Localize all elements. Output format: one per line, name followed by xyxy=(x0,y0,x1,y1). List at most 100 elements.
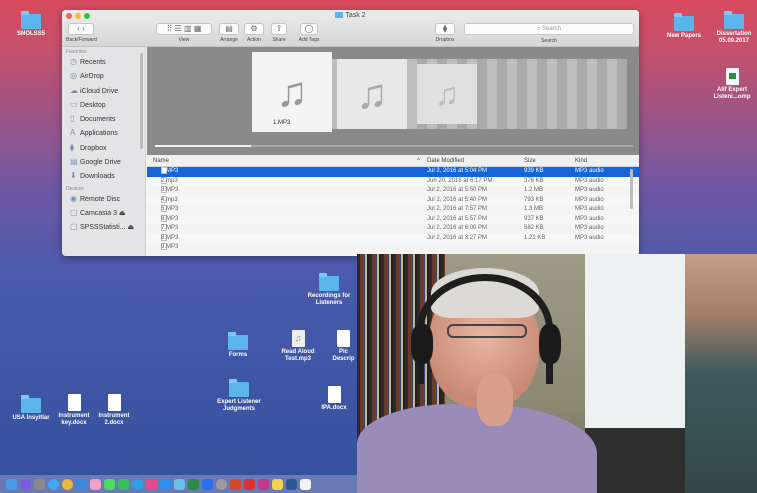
list-item[interactable]: 7.MP3 Jul 2, 2016 at 6:00 PM 582 KB MP3 aud… xyxy=(147,224,639,234)
sidebar-item-dropbox[interactable]: ⧫ Dropbox xyxy=(62,141,145,155)
list-item[interactable]: 4.mp3 Jul 2, 2016 at 5:40 PM 793 KB MP3 aud… xyxy=(147,195,639,205)
document-icon xyxy=(337,330,350,347)
view-label: View xyxy=(178,37,190,43)
tag-icon[interactable]: ◯ xyxy=(300,23,318,35)
eject-icon[interactable]: ⏏ xyxy=(119,210,126,217)
google-drive-icon: ▤ xyxy=(70,157,78,167)
preview-dock-icon[interactable] xyxy=(174,478,185,490)
action-control[interactable]: ⚙ Action xyxy=(242,23,266,43)
sidebar-item-documents[interactable]: ▯ Documents xyxy=(62,112,145,126)
desktop-file-ipa[interactable]: IPA.docx xyxy=(312,386,356,412)
desktop-folder-dissertation[interactable]: Dissertation 05.09.2017 xyxy=(712,11,756,45)
dropbox-icon[interactable]: ⧫ xyxy=(435,23,455,35)
desktop-file-instrument-2[interactable]: Instrument 2.docx xyxy=(94,394,134,427)
list-item[interactable]: 1.MP3 Jul 2, 2016 at 5:04 PM 939 KB MP3 aud… xyxy=(147,167,639,177)
window-title: Task 2 xyxy=(62,12,639,19)
powerpoint-dock-icon[interactable] xyxy=(230,478,241,490)
cover-flow-scrubber[interactable] xyxy=(155,145,633,147)
messages-dock-icon[interactable] xyxy=(104,478,115,490)
column-header-size[interactable]: Size xyxy=(524,155,536,167)
back-forward-buttons[interactable]: ‹ › xyxy=(68,23,94,35)
photos-dock-icon[interactable] xyxy=(90,478,101,490)
appstore-dock-icon[interactable] xyxy=(160,478,171,490)
desktop-icon-label: Read Aloud Test.mp3 xyxy=(281,349,315,362)
desktop-file-pic-descrip[interactable]: Pic Descrip xyxy=(330,330,357,363)
desktop-folder-usa-insyitlar[interactable]: USA Insyitlar xyxy=(8,395,54,422)
spss-dock-icon[interactable] xyxy=(258,478,269,490)
list-item[interactable]: 3.MP3 Jul 2, 2016 at 5:50 PM 1.2 MB MP3 aud… xyxy=(147,186,639,196)
gear-icon[interactable]: ⚙ xyxy=(244,23,264,35)
share-label: Share xyxy=(272,37,286,43)
list-item[interactable]: 9.MP3 xyxy=(147,243,639,253)
column-header-name[interactable]: Name xyxy=(153,155,169,167)
desktop-folder-expert-listener[interactable]: Expert Listener Judgments xyxy=(210,379,268,413)
back-forward-label: Back/Forward xyxy=(66,37,97,43)
desktop-file-alif-expert[interactable]: Alif Expert Listeni...omp xyxy=(708,68,756,101)
skype-dock-icon[interactable] xyxy=(132,478,143,490)
safari-dock-icon[interactable] xyxy=(48,478,59,490)
arrange-icon[interactable]: ▤ xyxy=(219,23,239,35)
sidebar-item-desktop[interactable]: ▭ Desktop xyxy=(62,98,145,112)
eject-icon[interactable]: ⏏ xyxy=(127,224,134,231)
word-dock-icon[interactable] xyxy=(286,478,297,490)
sidebar-devices-header: Devices xyxy=(66,185,84,192)
list-item[interactable]: 2.mp3 Jun 20, 2016 at 6:17 PM 376 KB MP3 au… xyxy=(147,176,639,186)
sidebar-item-remote-disc[interactable]: ◉ Remote Disc xyxy=(62,192,145,206)
desktop-folder-new-papers[interactable]: New Papers xyxy=(660,13,708,40)
arrange-control[interactable]: ▤ Arrange xyxy=(216,23,242,43)
desktop-folder-snolss5[interactable]: SNOLSS5 xyxy=(8,11,54,38)
sidebar-item-spss[interactable]: ▢ SPSSStatisti... ⏏ xyxy=(62,220,145,234)
settings-dock-icon[interactable] xyxy=(216,478,227,490)
cover-flow-label: 1.MP3 xyxy=(273,120,291,126)
desktop-icon-label: New Papers xyxy=(666,33,702,39)
column-header-date[interactable]: Date Modified xyxy=(427,155,464,167)
share-icon[interactable]: ⇪ xyxy=(271,23,287,35)
sidebar-item-icloud-drive[interactable]: ☁ iCloud Drive xyxy=(62,84,145,98)
audio-file-icon: ♫ xyxy=(291,330,305,347)
launchpad-dock-icon[interactable] xyxy=(34,478,45,490)
list-item[interactable]: 8.MP3 Jul 2, 2016 at 3:27 PM 1.21 KB MP3 au… xyxy=(147,233,639,243)
sidebar-item-camcasia[interactable]: ▢ Camcasia 3 ⏏ xyxy=(62,206,145,220)
desktop-icon-label: Instrument key.docx xyxy=(58,413,90,426)
excel-dock-icon[interactable] xyxy=(188,478,199,490)
sidebar-item-applications[interactable]: A Applications xyxy=(62,126,145,140)
share-control[interactable]: ⇪ Share xyxy=(268,23,290,43)
facetime-dock-icon[interactable] xyxy=(118,478,129,490)
list-item[interactable]: 5.MP3 Jul 2, 2016 at 7:57 PM 1.3 MB MP3 aud… xyxy=(147,205,639,215)
list-item[interactable]: 6.MP3 Jul 2, 2016 at 5:57 PM 937 KB MP3 aud… xyxy=(147,214,639,224)
dropbox-control[interactable]: ⧫ Dropbox xyxy=(430,23,460,43)
calendar-dock-icon[interactable] xyxy=(300,478,311,490)
desktop-file-instrument-key[interactable]: Instrument key.docx xyxy=(54,394,94,427)
desktop-file-read-aloud[interactable]: ♫ Read Aloud Test.mp3 xyxy=(274,330,322,363)
search-input[interactable]: ⌕ Search xyxy=(464,23,634,35)
sidebar-item-downloads[interactable]: ⬇ Downloads xyxy=(62,169,145,183)
clock-icon: ◷ xyxy=(70,57,77,66)
chrome-dock-icon[interactable] xyxy=(62,478,73,490)
itunes-dock-icon[interactable] xyxy=(146,478,157,490)
zoom-dock-icon[interactable] xyxy=(202,478,213,490)
participant-shirt xyxy=(357,404,597,493)
sidebar-item-airdrop[interactable]: ◎ AirDrop xyxy=(62,69,145,83)
drive-icon: ▢ xyxy=(70,222,78,232)
sort-indicator-icon: ^ xyxy=(417,158,420,164)
desktop-folder-forms[interactable]: Forms xyxy=(218,332,258,359)
participant-hand xyxy=(477,374,513,426)
siri-dock-icon[interactable] xyxy=(20,478,31,490)
sidebar-scrollbar[interactable] xyxy=(140,53,143,149)
view-control[interactable]: ⠿ ☰ ▥ ▦ View xyxy=(154,23,214,43)
sidebar-item-google-drive[interactable]: ▤ Google Drive xyxy=(62,155,145,169)
finder-dock-icon[interactable] xyxy=(6,478,17,490)
desktop-folder-recordings[interactable]: Recordings for Listeners xyxy=(300,273,358,307)
notes-dock-icon[interactable] xyxy=(272,478,283,490)
list-scrollbar[interactable] xyxy=(630,169,633,209)
mail-dock-icon[interactable] xyxy=(76,478,87,490)
column-header-kind[interactable]: Kind xyxy=(575,155,587,167)
document-icon: ▯ xyxy=(70,114,75,124)
view-mode-buttons[interactable]: ⠿ ☰ ▥ ▦ xyxy=(156,23,212,35)
folder-icon xyxy=(674,13,694,31)
acrobat-dock-icon[interactable] xyxy=(244,478,255,490)
sidebar-item-recents[interactable]: ◷ Recents xyxy=(62,55,145,69)
cover-flow-preview[interactable]: ♫ ♫ ♫ 1.MP3 xyxy=(147,47,639,155)
back-forward-control[interactable]: ‹ › Back/Forward xyxy=(66,23,97,43)
add-tags-control[interactable]: ◯ Add Tags xyxy=(292,23,326,43)
